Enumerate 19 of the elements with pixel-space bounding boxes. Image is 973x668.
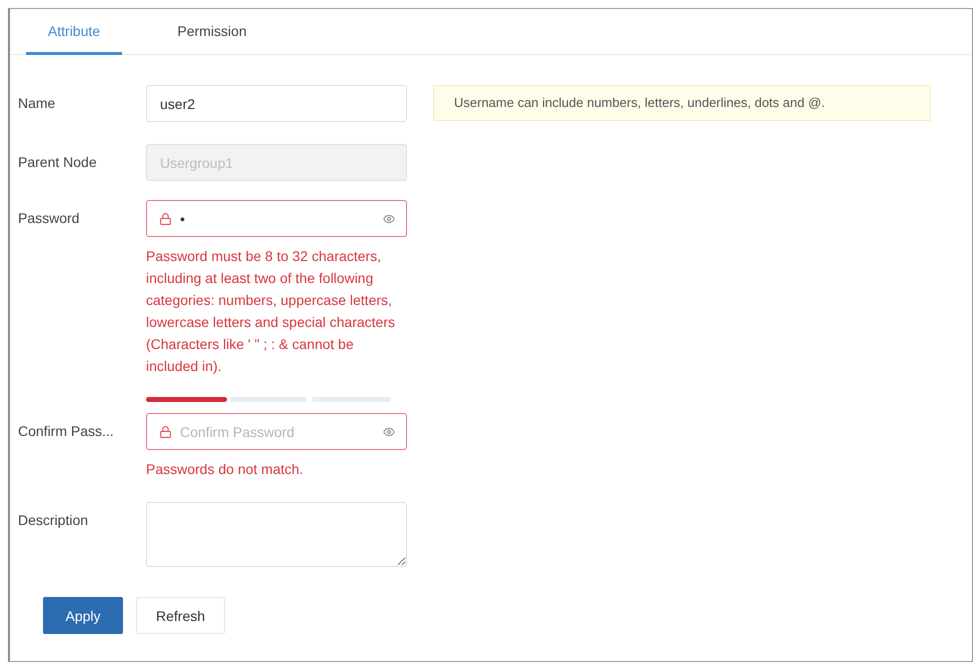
tab[interactable]: Attribute — [26, 9, 122, 55]
input-field[interactable]: user2 — [146, 85, 407, 122]
refresh-button[interactable]: Refresh — [136, 597, 226, 634]
error-message: Passwords do not match. — [146, 460, 304, 479]
tab[interactable]: Permission — [164, 9, 260, 55]
hint-message: Username can include numbers, letters, underlines, dots and @. — [433, 85, 931, 121]
lock-icon — [159, 425, 172, 438]
lock-icon — [159, 212, 172, 225]
apply-button[interactable]: Apply — [43, 597, 123, 634]
field-label: Parent Node — [18, 153, 98, 172]
error-message: Password must be 8 to 32 characters, including at least two of the following categories: numbers, uppercase letters, lowercase letters and special characters (Characters like ' " ; : & cannot be included in). — [146, 247, 396, 376]
password-field[interactable]: Confirm Password — [146, 413, 407, 450]
field-label: Description — [18, 511, 90, 530]
field-label: Name — [18, 94, 56, 113]
eye-icon[interactable] — [383, 212, 395, 224]
field-label: Confirm Pass... — [18, 422, 115, 441]
password-field[interactable]: • — [146, 200, 407, 237]
eye-icon[interactable] — [383, 426, 395, 438]
field-label: Password — [18, 209, 80, 228]
